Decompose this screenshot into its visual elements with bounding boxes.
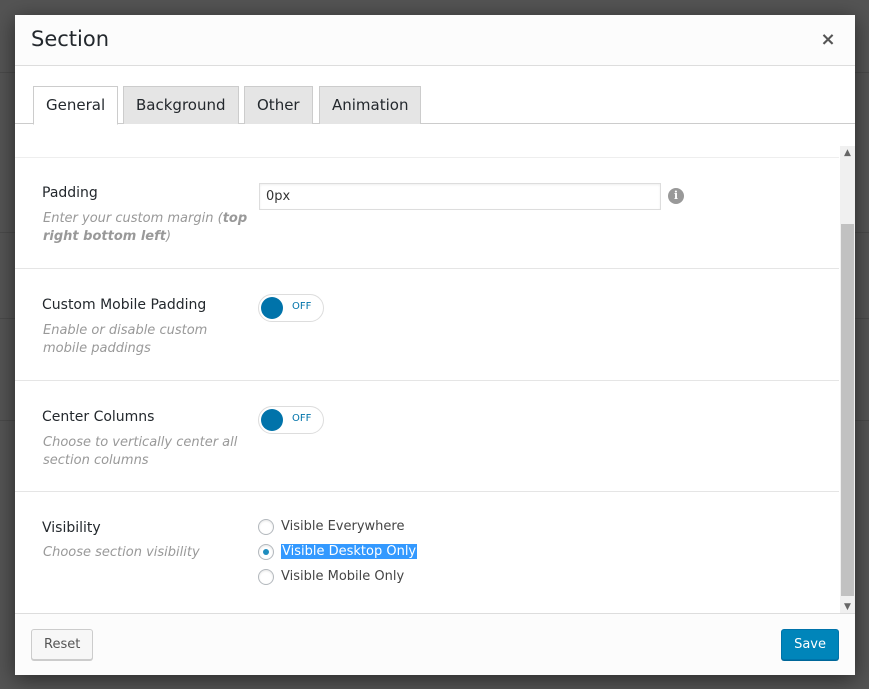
scroll-up-icon[interactable]: ▲: [840, 146, 855, 160]
info-icon[interactable]: i: [668, 188, 684, 204]
radio-button[interactable]: [258, 544, 274, 560]
setting-row-padding: Padding Enter your custom margin (top ri…: [15, 157, 839, 269]
modal-title: Section: [31, 27, 110, 51]
tab-animation[interactable]: Animation: [319, 86, 422, 124]
setting-row-center-columns: Center Columns Choose to vertically cent…: [15, 381, 839, 492]
radio-label[interactable]: Visible Everywhere: [281, 519, 404, 534]
setting-description: Choose section visibility: [43, 545, 200, 560]
toggle-state-label: OFF: [292, 413, 312, 424]
tab-bar: General Background Other Animation: [15, 66, 855, 125]
modal-header: Section ×: [15, 15, 855, 66]
scrollbar-thumb[interactable]: [841, 224, 854, 596]
setting-row-custom-mobile-padding: Custom Mobile Padding Enable or disable …: [15, 269, 839, 381]
section-modal: Section × General Background Other Anima…: [15, 15, 855, 675]
setting-label: Custom Mobile Padding: [42, 297, 207, 313]
setting-label: Padding: [42, 185, 98, 201]
radio-button[interactable]: [258, 519, 274, 535]
radio-button[interactable]: [258, 569, 274, 585]
setting-label: Center Columns: [42, 409, 155, 425]
close-icon[interactable]: ×: [815, 27, 841, 53]
panel-scrollbar[interactable]: ▲ ▼: [840, 146, 855, 614]
toggle-state-label: OFF: [292, 301, 312, 312]
radio-label[interactable]: Visible Mobile Only: [281, 569, 404, 584]
setting-description: Enable or disable custom mobile paddings: [43, 323, 208, 356]
setting-description: Choose to vertically center all section …: [43, 435, 238, 468]
toggle-knob: [261, 297, 283, 319]
setting-description: Enter your custom margin (top right bott…: [43, 211, 248, 244]
setting-label: Visibility: [42, 520, 101, 536]
custom-mobile-padding-toggle[interactable]: OFF: [258, 294, 324, 322]
tab-other[interactable]: Other: [244, 86, 313, 124]
setting-row-visibility: Visibility Choose section visibility Vis…: [15, 492, 839, 613]
tab-background[interactable]: Background: [123, 86, 239, 124]
modal-footer: Reset Save: [15, 613, 855, 675]
tab-general[interactable]: General: [33, 86, 119, 125]
scroll-down-icon[interactable]: ▼: [840, 600, 855, 614]
settings-panel: Padding Enter your custom margin (top ri…: [15, 147, 855, 613]
toggle-knob: [261, 409, 283, 431]
radio-label[interactable]: Visible Desktop Only: [281, 544, 418, 559]
reset-button[interactable]: Reset: [31, 629, 94, 660]
padding-input[interactable]: [259, 183, 661, 210]
save-button[interactable]: Save: [781, 629, 839, 660]
center-columns-toggle[interactable]: OFF: [258, 406, 324, 434]
